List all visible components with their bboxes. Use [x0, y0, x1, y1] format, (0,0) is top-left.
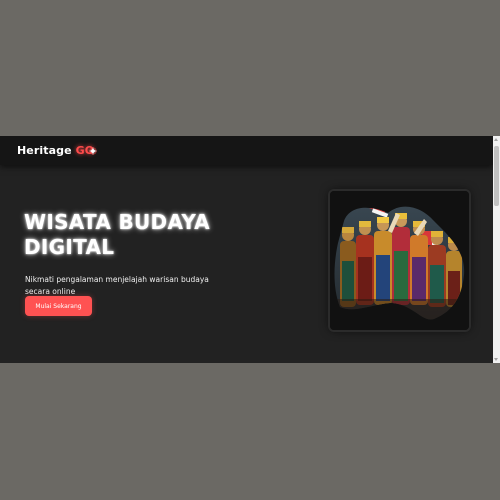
navbar: Heritage GO	[0, 136, 493, 165]
scroll-down-arrow-icon[interactable]	[494, 358, 498, 361]
browser-viewport: Heritage GO WISATA BUDAYA DIGITAL Nikmat…	[0, 136, 500, 363]
traditional-dancers-photo	[330, 191, 469, 330]
scroll-up-arrow-icon[interactable]	[494, 138, 498, 141]
page-scrollbar[interactable]	[493, 136, 500, 363]
scrollbar-thumb[interactable]	[494, 146, 499, 206]
brand-name: Heritage	[17, 144, 76, 157]
hero-title: WISATA BUDAYA DIGITAL	[24, 210, 210, 259]
hero-subtitle: Nikmati pengalaman menjelajah warisan bu…	[25, 274, 209, 296]
hero-image-card	[330, 191, 469, 330]
start-now-button[interactable]: Mulai Sekarang	[25, 296, 92, 316]
spark-icon	[89, 147, 97, 155]
brand-logo[interactable]: Heritage GO	[17, 144, 94, 157]
